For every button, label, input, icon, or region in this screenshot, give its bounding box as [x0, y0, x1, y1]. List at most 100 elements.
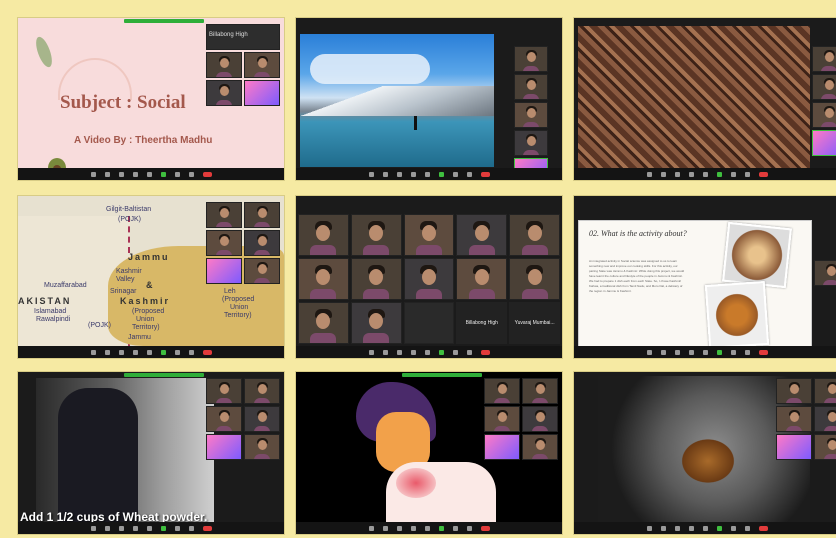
mute-icon[interactable] — [368, 171, 374, 177]
reactions-icon[interactable] — [744, 525, 750, 531]
gallery-grid[interactable]: Billabong High Yuvaraj Mumbai... — [298, 214, 560, 344]
participant-tile[interactable] — [206, 80, 242, 106]
participant-tile[interactable] — [522, 406, 558, 432]
participant-tile[interactable] — [298, 302, 349, 344]
participant-tile[interactable] — [509, 258, 560, 300]
participants-icon[interactable] — [132, 171, 138, 177]
participant-tile[interactable] — [812, 102, 836, 128]
participant-tile[interactable] — [522, 434, 558, 460]
participant-tile[interactable] — [456, 258, 508, 300]
participants-icon[interactable] — [410, 525, 416, 531]
participant-name-tile[interactable]: Yuvaraj Mumbai... — [509, 302, 560, 344]
video-icon[interactable] — [104, 349, 110, 355]
video-icon[interactable] — [660, 349, 666, 355]
participant-tile[interactable]: Billabong High — [206, 24, 280, 50]
mute-icon[interactable] — [368, 525, 374, 531]
end-meeting-button[interactable] — [758, 349, 768, 355]
record-icon[interactable] — [452, 525, 458, 531]
participant-tile[interactable] — [350, 214, 402, 256]
participant-tile[interactable] — [403, 302, 455, 344]
participant-name-tile[interactable]: Billabong High — [456, 302, 508, 344]
participant-tile[interactable] — [522, 378, 558, 404]
security-icon[interactable] — [674, 525, 680, 531]
participant-tile[interactable] — [509, 214, 560, 256]
participant-tile[interactable] — [812, 74, 836, 100]
participant-tile[interactable] — [814, 434, 836, 460]
participant-tile[interactable] — [776, 406, 812, 432]
record-icon[interactable] — [452, 171, 458, 177]
record-icon[interactable] — [730, 171, 736, 177]
participants-icon[interactable] — [688, 525, 694, 531]
mute-icon[interactable] — [646, 349, 652, 355]
participant-tile[interactable] — [350, 258, 402, 300]
video-icon[interactable] — [660, 525, 666, 531]
mute-icon[interactable] — [646, 525, 652, 531]
participant-tile[interactable] — [206, 378, 242, 404]
share-screen-icon[interactable] — [438, 171, 444, 177]
reactions-icon[interactable] — [466, 525, 472, 531]
chat-icon[interactable] — [146, 349, 152, 355]
end-meeting-button[interactable] — [202, 525, 212, 531]
share-screen-icon[interactable] — [716, 525, 722, 531]
reactions-icon[interactable] — [188, 171, 194, 177]
chat-icon[interactable] — [146, 171, 152, 177]
record-icon[interactable] — [730, 525, 736, 531]
participants-icon[interactable] — [688, 171, 694, 177]
participant-strip[interactable] — [812, 46, 836, 156]
record-icon[interactable] — [730, 349, 736, 355]
mute-icon[interactable] — [646, 171, 652, 177]
participant-tile[interactable] — [298, 258, 349, 300]
participants-icon[interactable] — [132, 349, 138, 355]
participant-tile[interactable] — [776, 378, 812, 404]
share-screen-icon[interactable] — [160, 349, 166, 355]
video-icon[interactable] — [382, 525, 388, 531]
participant-tile[interactable] — [514, 158, 548, 168]
video-icon[interactable] — [104, 171, 110, 177]
reactions-icon[interactable] — [466, 349, 472, 355]
participant-strip[interactable]: Billabong High — [206, 24, 280, 106]
participant-tile[interactable] — [298, 214, 349, 256]
participants-icon[interactable] — [132, 525, 138, 531]
end-meeting-button[interactable] — [202, 171, 212, 177]
participant-tile[interactable] — [814, 406, 836, 432]
security-icon[interactable] — [396, 525, 402, 531]
mute-icon[interactable] — [90, 349, 96, 355]
end-meeting-button[interactable] — [480, 171, 490, 177]
share-screen-icon[interactable] — [438, 525, 444, 531]
chat-icon[interactable] — [702, 349, 708, 355]
record-icon[interactable] — [174, 171, 180, 177]
participant-tile[interactable] — [206, 258, 242, 284]
security-icon[interactable] — [118, 349, 124, 355]
participant-tile[interactable] — [206, 202, 242, 228]
record-icon[interactable] — [452, 349, 458, 355]
participant-tile[interactable] — [244, 52, 280, 78]
participant-tile[interactable] — [206, 406, 242, 432]
share-screen-icon[interactable] — [160, 525, 166, 531]
share-screen-icon[interactable] — [716, 349, 722, 355]
mute-icon[interactable] — [90, 525, 96, 531]
participant-tile[interactable] — [403, 258, 455, 300]
participant-tile[interactable] — [484, 378, 520, 404]
participants-icon[interactable] — [410, 349, 416, 355]
security-icon[interactable] — [674, 171, 680, 177]
participant-tile[interactable] — [456, 214, 508, 256]
end-meeting-button[interactable] — [758, 171, 768, 177]
participant-strip[interactable] — [206, 202, 280, 284]
reactions-icon[interactable] — [188, 525, 194, 531]
mute-icon[interactable] — [90, 171, 96, 177]
security-icon[interactable] — [396, 171, 402, 177]
mute-icon[interactable] — [368, 349, 374, 355]
participant-tile[interactable] — [244, 230, 280, 256]
share-screen-icon[interactable] — [438, 349, 444, 355]
chat-icon[interactable] — [702, 525, 708, 531]
end-meeting-button[interactable] — [202, 349, 212, 355]
video-icon[interactable] — [382, 171, 388, 177]
security-icon[interactable] — [674, 349, 680, 355]
participant-tile[interactable] — [244, 406, 280, 432]
video-icon[interactable] — [382, 349, 388, 355]
participant-strip[interactable] — [514, 46, 548, 168]
participant-tile[interactable] — [244, 434, 280, 460]
participants-icon[interactable] — [688, 349, 694, 355]
participant-strip[interactable] — [484, 378, 558, 460]
participant-tile[interactable] — [484, 434, 520, 460]
